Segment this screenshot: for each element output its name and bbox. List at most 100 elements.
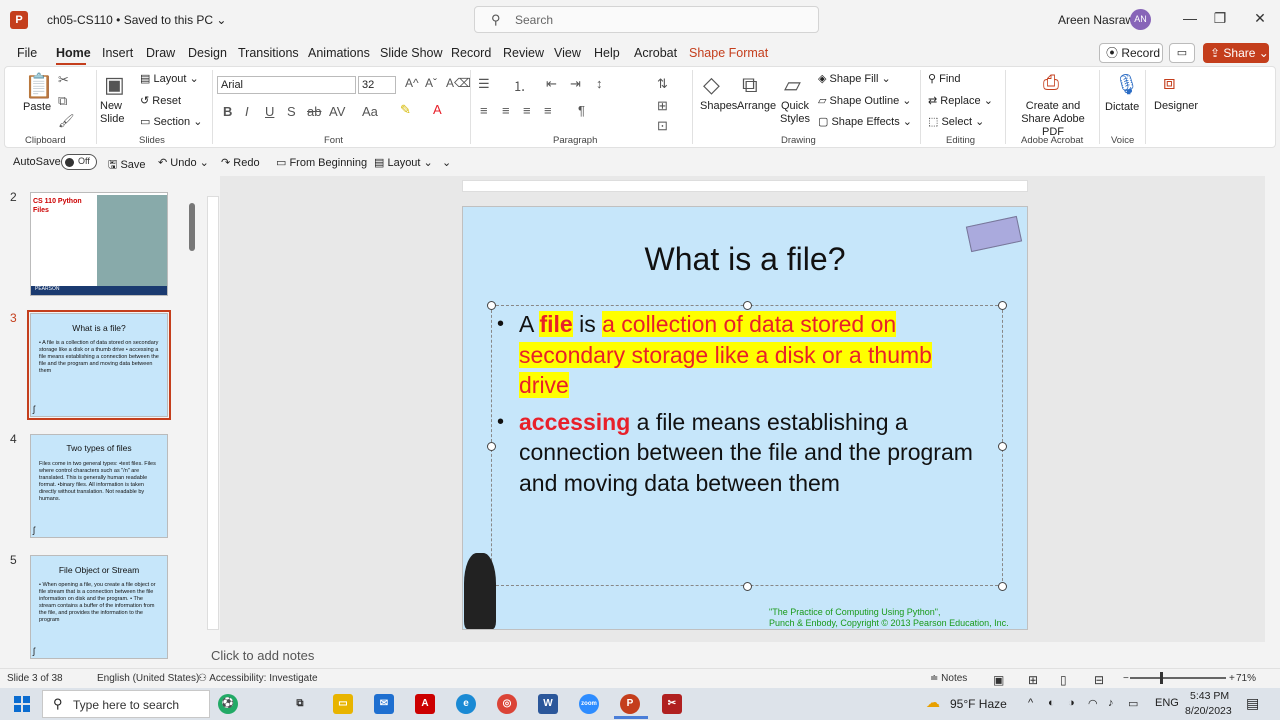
taskbar-search[interactable]: ⚲ Type here to search bbox=[42, 690, 210, 718]
slide-thumbnail-5[interactable]: File Object or Stream • When opening a f… bbox=[30, 555, 168, 659]
tab-slideshow[interactable]: Slide Show bbox=[380, 46, 443, 60]
align-center-icon[interactable]: ≡ bbox=[502, 103, 510, 118]
notes-button[interactable]: ≐ Notes bbox=[930, 673, 967, 684]
tab-shape-format[interactable]: Shape Format bbox=[689, 46, 768, 60]
volume-icon[interactable]: ♪ bbox=[1108, 697, 1114, 709]
document-title[interactable]: ch05-CS110 • Saved to this PC ⌄ bbox=[47, 13, 226, 27]
tab-help[interactable]: Help bbox=[594, 46, 620, 60]
format-painter-icon[interactable]: 🖌 bbox=[58, 113, 75, 129]
text-align-icon[interactable]: ⇅ bbox=[657, 76, 668, 92]
canvas-scrollbar[interactable] bbox=[1267, 176, 1277, 642]
smartart-icon[interactable]: ⊡ bbox=[657, 118, 668, 134]
bold-icon[interactable]: B bbox=[223, 104, 232, 119]
justify-icon[interactable]: ≡ bbox=[544, 103, 552, 118]
customize-qat-icon[interactable]: ⌄ bbox=[442, 156, 451, 169]
resize-handle[interactable] bbox=[998, 442, 1007, 451]
tab-file[interactable]: File bbox=[17, 46, 37, 60]
slide-thumbnail-4[interactable]: Two types of files Files come in two gen… bbox=[30, 434, 168, 538]
clock-time[interactable]: 5:43 PM bbox=[1190, 690, 1229, 702]
word-icon[interactable]: W bbox=[538, 694, 558, 714]
new-slide-label[interactable]: New Slide bbox=[100, 100, 132, 126]
slideshow-view-icon[interactable]: ⊟ bbox=[1094, 673, 1104, 687]
increase-indent-icon[interactable]: ⇥ bbox=[570, 76, 581, 92]
thumbnail-scrollbar[interactable] bbox=[188, 180, 196, 662]
char-spacing-icon[interactable]: AV bbox=[329, 104, 345, 119]
line-spacing-icon[interactable]: ↕ bbox=[596, 76, 603, 91]
tray-app-icon[interactable]: ◐ bbox=[1048, 697, 1055, 709]
adobe-pdf-icon[interactable]: ⎙ bbox=[1043, 72, 1059, 95]
copy-icon[interactable]: ⧉ bbox=[58, 93, 67, 109]
qat-layout-button[interactable]: ▤ Layout ⌄ bbox=[374, 156, 433, 169]
task-view-icon[interactable]: ⧉ bbox=[290, 694, 310, 714]
soccer-game-icon[interactable]: ⚽ bbox=[218, 694, 238, 714]
snipping-tool-icon[interactable]: ✂ bbox=[662, 694, 682, 714]
clock-date[interactable]: 8/20/2023 bbox=[1185, 705, 1232, 717]
normal-view-icon[interactable]: ▣ bbox=[993, 673, 1004, 687]
bullets-icon[interactable]: ☰ bbox=[478, 76, 490, 92]
notes-pane[interactable] bbox=[200, 644, 1280, 666]
redo-button[interactable]: ↷ Redo bbox=[221, 156, 260, 169]
highlight-icon[interactable]: ✎ bbox=[400, 102, 411, 118]
autosave-toggle[interactable]: Off bbox=[61, 154, 97, 170]
italic-icon[interactable]: I bbox=[245, 104, 249, 119]
font-color-icon[interactable]: A bbox=[433, 102, 442, 117]
new-slide-icon[interactable]: ▣ bbox=[104, 72, 125, 98]
designer-label[interactable]: Designer bbox=[1154, 100, 1198, 112]
shapes-label[interactable]: Shapes bbox=[700, 100, 737, 112]
resize-handle[interactable] bbox=[743, 582, 752, 591]
tray-chevron-icon[interactable]: ^ bbox=[1028, 697, 1033, 709]
arrange-icon[interactable]: ⧉ bbox=[742, 72, 758, 98]
zoom-slider[interactable] bbox=[1130, 677, 1226, 679]
tab-review[interactable]: Review bbox=[503, 46, 544, 60]
resize-handle[interactable] bbox=[998, 301, 1007, 310]
microphone-icon[interactable]: 🎙 bbox=[1114, 72, 1139, 97]
increase-font-icon[interactable]: A^ bbox=[405, 76, 419, 90]
tab-view[interactable]: View bbox=[554, 46, 581, 60]
arrange-label[interactable]: Arrange bbox=[737, 100, 776, 112]
align-right-icon[interactable]: ≡ bbox=[523, 103, 531, 118]
shape-effects-button[interactable]: ▢ Shape Effects ⌄ bbox=[818, 115, 912, 128]
shape-outline-button[interactable]: ▱ Shape Outline ⌄ bbox=[818, 94, 912, 107]
restore-icon[interactable]: ❐ bbox=[1205, 10, 1235, 27]
from-beginning-button[interactable]: ▭ From Beginning bbox=[276, 156, 367, 169]
change-case-icon[interactable]: Aa bbox=[362, 104, 378, 119]
battery-icon[interactable]: ▭ bbox=[1128, 697, 1138, 710]
share-button[interactable]: ⇪ Share ⌄ bbox=[1203, 43, 1269, 63]
undo-button[interactable]: ↶ Undo ⌄ bbox=[158, 156, 209, 169]
notifications-icon[interactable]: ▤ bbox=[1246, 695, 1259, 712]
align-left-icon[interactable]: ≡ bbox=[480, 103, 488, 118]
select-button[interactable]: ⬚ Select ⌄ bbox=[928, 115, 984, 128]
resize-handle[interactable] bbox=[998, 582, 1007, 591]
search-input[interactable]: Search bbox=[515, 13, 553, 27]
zoom-level[interactable]: 71% bbox=[1236, 673, 1256, 684]
zoom-app-icon[interactable]: zoom bbox=[579, 694, 599, 714]
quick-styles-icon[interactable]: ▱ bbox=[784, 72, 801, 98]
tab-transitions[interactable]: Transitions bbox=[238, 46, 299, 60]
reading-view-icon[interactable]: ▯ bbox=[1060, 673, 1067, 687]
numbering-icon[interactable]: ⒈ bbox=[513, 76, 526, 95]
shapes-icon[interactable]: ◇ bbox=[703, 72, 720, 98]
chrome-icon[interactable]: ◎ bbox=[497, 694, 517, 714]
slide[interactable]: What is a file? A file is a collection o… bbox=[462, 206, 1028, 630]
wifi-icon[interactable]: ◠ bbox=[1088, 697, 1098, 710]
tab-record[interactable]: Record bbox=[451, 46, 491, 60]
designer-icon[interactable]: ⧈ bbox=[1163, 72, 1176, 95]
slide-sorter-icon[interactable]: ⊞ bbox=[1028, 673, 1038, 687]
zoom-in-icon[interactable]: + bbox=[1229, 673, 1235, 684]
zoom-out-icon[interactable]: − bbox=[1123, 673, 1129, 684]
tab-animations[interactable]: Animations bbox=[308, 46, 370, 60]
font-size-select[interactable]: 32 bbox=[358, 76, 396, 94]
record-button[interactable]: ⦿ Record bbox=[1099, 43, 1163, 63]
bullet-list[interactable]: A file is a collection of data stored on… bbox=[497, 309, 977, 504]
decrease-font-icon[interactable]: Aˇ bbox=[425, 76, 437, 90]
resize-handle[interactable] bbox=[487, 442, 496, 451]
acrobat-icon[interactable]: A bbox=[415, 694, 435, 714]
comments-icon[interactable]: ▭ bbox=[1169, 43, 1195, 63]
font-name-select[interactable]: Arial bbox=[217, 76, 356, 94]
shadow-icon[interactable]: ab bbox=[307, 104, 321, 119]
resize-handle[interactable] bbox=[487, 301, 496, 310]
tab-acrobat[interactable]: Acrobat bbox=[634, 46, 677, 60]
input-language[interactable]: ENG bbox=[1155, 697, 1179, 709]
thumbnail-scroll-thumb[interactable] bbox=[189, 203, 195, 251]
zoom-slider-knob[interactable] bbox=[1160, 672, 1163, 684]
